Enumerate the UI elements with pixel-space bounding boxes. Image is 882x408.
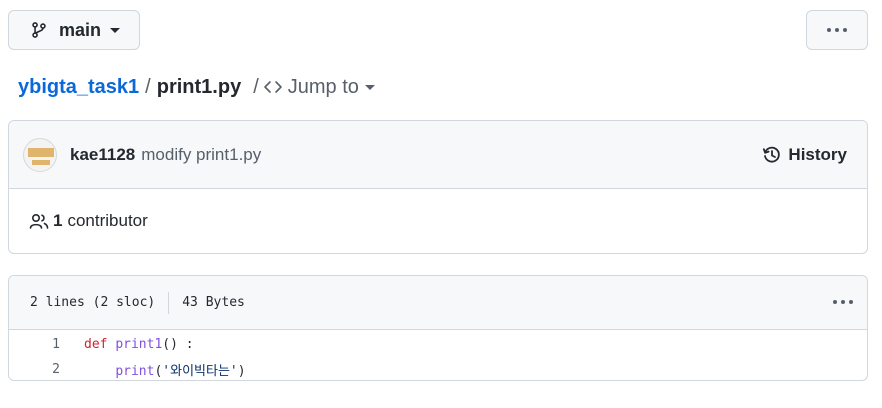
breadcrumb-separator: / bbox=[145, 75, 151, 98]
code-icon bbox=[263, 81, 282, 93]
kebab-horizontal-icon bbox=[827, 28, 847, 32]
chevron-down-icon bbox=[364, 84, 375, 90]
history-button[interactable]: History bbox=[762, 121, 847, 189]
code-token: '와이빅타는' bbox=[162, 364, 238, 379]
commit-header: kae1128 modify print1.py History bbox=[9, 121, 867, 189]
jump-to-button[interactable]: Jump to bbox=[263, 76, 375, 99]
contributor-label: contributor bbox=[67, 211, 148, 230]
history-icon bbox=[763, 146, 781, 163]
line-content: def print1() : bbox=[60, 337, 194, 352]
file-name: print1.py bbox=[156, 75, 242, 98]
people-icon bbox=[29, 213, 49, 229]
jump-to-label: Jump to bbox=[287, 75, 359, 98]
avatar[interactable] bbox=[23, 137, 57, 172]
more-options-button[interactable] bbox=[806, 10, 868, 50]
code-line: 2 print('와이빅타는') bbox=[9, 357, 867, 380]
code-token: print bbox=[115, 364, 155, 379]
git-branch-icon bbox=[32, 22, 46, 38]
breadcrumb-separator: / bbox=[253, 75, 259, 98]
commit-author-link[interactable]: kae1128 bbox=[70, 145, 135, 165]
branch-name: main bbox=[59, 19, 102, 40]
line-number[interactable]: 1 bbox=[9, 337, 60, 352]
repo-link[interactable]: ybigta_task1 bbox=[18, 76, 139, 99]
code-line: 1 def print1() : bbox=[9, 332, 867, 357]
file-lines-info: 2 lines (2 sloc) bbox=[30, 295, 156, 310]
latest-commit-box: kae1128 modify print1.py History 1 contr… bbox=[8, 120, 868, 254]
commit-message-link[interactable]: modify print1.py bbox=[141, 145, 261, 165]
code-token: ) bbox=[237, 364, 246, 379]
history-label: History bbox=[788, 145, 847, 164]
code-token: def bbox=[84, 337, 108, 352]
line-number[interactable]: 2 bbox=[9, 362, 60, 377]
kebab-horizontal-icon[interactable] bbox=[833, 300, 853, 304]
code-token: () : bbox=[162, 337, 194, 352]
code-token: print1 bbox=[115, 337, 163, 352]
contributors-row[interactable]: 1 contributor bbox=[9, 189, 867, 253]
code-table: 1 def print1() :2 print('와이빅타는') bbox=[9, 330, 867, 380]
file-size: 43 Bytes bbox=[182, 295, 245, 310]
line-content: print('와이빅타는') bbox=[60, 360, 246, 379]
breadcrumb: ybigta_task1 / print1.py / Jump to bbox=[18, 74, 375, 100]
divider bbox=[168, 291, 170, 314]
file-header: 2 lines (2 sloc) 43 Bytes bbox=[9, 276, 867, 330]
chevron-down-icon bbox=[110, 27, 121, 33]
branch-selector-button[interactable]: main bbox=[8, 10, 140, 50]
file-view: 2 lines (2 sloc) 43 Bytes 1 def print1() … bbox=[8, 275, 868, 381]
contributor-count: 1 bbox=[53, 211, 63, 230]
